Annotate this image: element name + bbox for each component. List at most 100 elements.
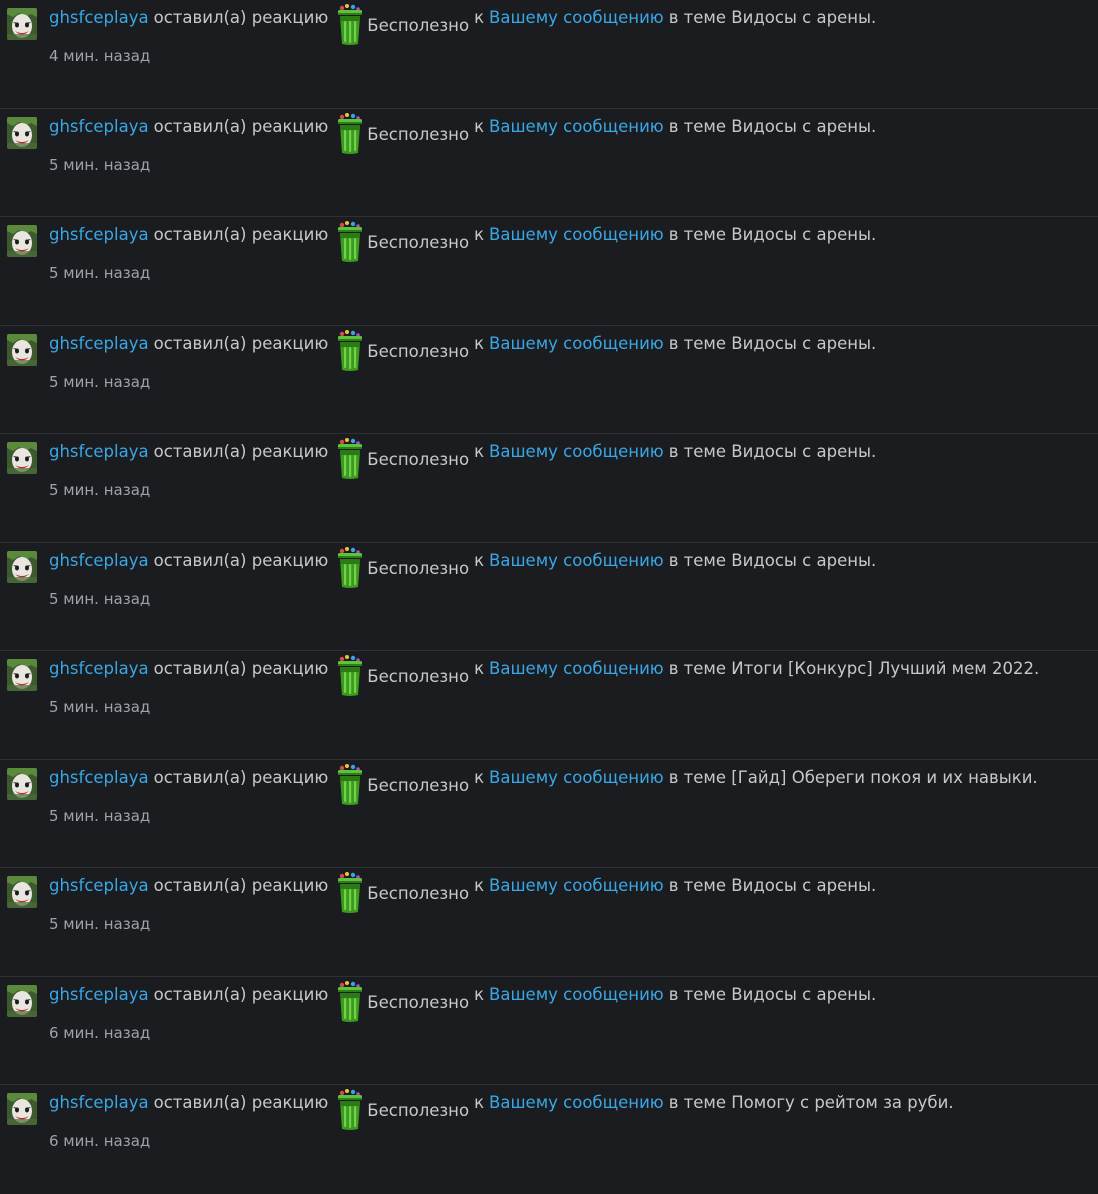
avatar[interactable]: [7, 8, 37, 40]
username-link[interactable]: ghsfceplaya: [49, 8, 149, 27]
reaction-label: Бесполезно: [367, 884, 470, 903]
username-link[interactable]: ghsfceplaya: [49, 1093, 149, 1112]
avatar[interactable]: [7, 550, 37, 583]
trash-can-icon: [338, 4, 363, 45]
joker-avatar-icon: [7, 116, 37, 149]
avatar[interactable]: [7, 1093, 37, 1125]
timestamp: 5 мин. назад: [49, 155, 151, 174]
trash-can-icon: [338, 438, 363, 479]
alert-text: ghsfceplaya оставил(а) реакцию Бесполезн: [49, 870, 876, 916]
timestamp: 5 мин. назад: [49, 264, 151, 282]
action-text: оставил(а) реакцию: [153, 767, 329, 787]
alert-text: ghsfceplaya оставил(а) реакцию Бесполезн: [49, 1087, 954, 1133]
username-link[interactable]: ghsfceplaya: [49, 225, 149, 244]
trash-can-icon: [338, 655, 363, 696]
alert-text: ghsfceplaya оставил(а) реакцию Бесполезн: [49, 653, 1039, 699]
alert-item: ghsfceplaya оставил(а) реакцию Бесполезн: [0, 760, 1098, 868]
avatar[interactable]: [7, 225, 37, 257]
reaction[interactable]: Бесполезно: [333, 762, 469, 806]
to-text: к: [474, 1093, 485, 1112]
username-link[interactable]: ghsfceplaya: [49, 117, 149, 136]
post-link[interactable]: Вашему сообщению: [489, 1093, 664, 1112]
avatar[interactable]: [7, 659, 37, 691]
avatar[interactable]: [7, 767, 37, 800]
to-text: к: [474, 442, 485, 461]
action-text: оставил(а) реакцию: [153, 8, 329, 27]
joker-avatar-icon: [7, 442, 37, 474]
reaction[interactable]: Бесполезно: [333, 870, 469, 914]
alert-item: ghsfceplaya оставил(а) реакцию Бесполезн: [0, 217, 1098, 326]
reaction-label: Бесполезно: [367, 16, 470, 35]
reaction[interactable]: Бесполезно: [333, 979, 469, 1023]
reaction[interactable]: Бесполезно: [333, 2, 469, 46]
reaction-label: Бесполезно: [367, 233, 470, 252]
timestamp: 5 мин. назад: [49, 698, 151, 716]
username-link[interactable]: ghsfceplaya: [49, 768, 149, 787]
reaction-label: Бесполезно: [367, 775, 470, 795]
post-link[interactable]: Вашему сообщению: [489, 334, 664, 353]
avatar[interactable]: [7, 984, 37, 1017]
username-link[interactable]: ghsfceplaya: [49, 985, 149, 1004]
joker-avatar-icon: [7, 767, 37, 800]
username-link[interactable]: ghsfceplaya: [49, 659, 149, 678]
reaction[interactable]: Бесполезно: [333, 1087, 469, 1131]
post-link[interactable]: Вашему сообщению: [489, 659, 664, 678]
avatar[interactable]: [7, 333, 37, 366]
post-link[interactable]: Вашему сообщению: [489, 117, 664, 136]
avatar[interactable]: [7, 442, 37, 474]
trash-can-icon: [338, 763, 363, 805]
action-text: оставил(а) реакцию: [153, 333, 329, 353]
thread-text: в теме Видосы с арены.: [668, 116, 877, 136]
alert-item: ghsfceplaya оставил(а) реакцию Бесполезн: [0, 651, 1098, 760]
post-link[interactable]: Вашему сообщению: [489, 8, 664, 27]
action-text: оставил(а) реакцию: [153, 984, 329, 1004]
post-link[interactable]: Вашему сообщению: [489, 768, 664, 787]
thread-text: в теме [Гайд] Обереги покоя и их навыки.: [668, 767, 1038, 787]
to-text: к: [474, 767, 485, 787]
thread-text: в теме Видосы с арены.: [668, 442, 877, 461]
action-text: оставил(а) реакцию: [153, 442, 329, 461]
to-text: к: [474, 8, 485, 27]
alert-item: ghsfceplaya оставил(а) реакцию Бесполезн: [0, 434, 1098, 543]
reaction[interactable]: Бесполезно: [333, 545, 469, 589]
reaction[interactable]: Бесполезно: [333, 111, 469, 155]
alert-item: ghsfceplaya оставил(а) реакцию Бесполезн: [0, 109, 1098, 217]
username-link[interactable]: ghsfceplaya: [49, 551, 149, 570]
post-link[interactable]: Вашему сообщению: [489, 551, 664, 570]
timestamp: 5 мин. назад: [49, 481, 151, 499]
post-link[interactable]: Вашему сообщению: [489, 876, 664, 895]
alert-item: ghsfceplaya оставил(а) реакцию Бесполезн: [0, 0, 1098, 109]
action-text: оставил(а) реакцию: [153, 116, 329, 136]
to-text: к: [474, 659, 485, 678]
reaction[interactable]: Бесполезно: [333, 219, 469, 263]
alert-text: ghsfceplaya оставил(а) реакцию Бесполезн: [49, 219, 876, 265]
timestamp: 6 мин. назад: [49, 1023, 151, 1042]
thread-text: в теме Помогу с рейтом за руби.: [668, 1093, 954, 1112]
trash-can-icon: [338, 546, 363, 588]
username-link[interactable]: ghsfceplaya: [49, 334, 149, 353]
avatar[interactable]: [7, 116, 37, 149]
trash-can-icon: [338, 329, 363, 371]
alert-text: ghsfceplaya оставил(а) реакцию Бесполезн: [49, 2, 876, 48]
reaction-label: Бесполезно: [367, 558, 470, 578]
thread-text: в теме Видосы с арены.: [668, 333, 877, 353]
timestamp: 5 мин. назад: [49, 806, 151, 825]
post-link[interactable]: Вашему сообщению: [489, 985, 664, 1004]
reaction[interactable]: Бесполезно: [333, 328, 469, 372]
action-text: оставил(а) реакцию: [153, 550, 329, 570]
username-link[interactable]: ghsfceplaya: [49, 442, 149, 461]
post-link[interactable]: Вашему сообщению: [489, 225, 664, 244]
reaction-label: Бесполезно: [367, 992, 470, 1012]
username-link[interactable]: ghsfceplaya: [49, 876, 149, 895]
timestamp: 6 мин. назад: [49, 1132, 151, 1150]
reaction[interactable]: Бесполезно: [333, 436, 469, 480]
thread-text: в теме Видосы с арены.: [668, 550, 877, 570]
joker-avatar-icon: [7, 225, 37, 257]
avatar[interactable]: [7, 876, 37, 908]
post-link[interactable]: Вашему сообщению: [489, 442, 664, 461]
trash-can-icon: [338, 980, 363, 1022]
thread-text: в теме Итоги [Конкурс] Лучший мем 2022.: [668, 659, 1040, 678]
to-text: к: [474, 333, 485, 353]
reaction[interactable]: Бесполезно: [333, 653, 469, 697]
thread-text: в теме Видосы с арены.: [668, 876, 877, 895]
